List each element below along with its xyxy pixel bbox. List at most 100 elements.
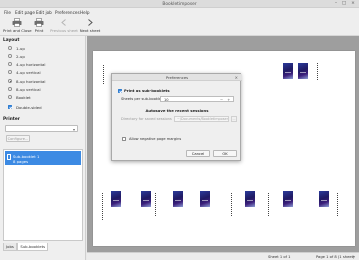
allow-negative-margins-label: Allow negative page margins — [129, 137, 182, 141]
page-cover-thumbnail — [319, 191, 329, 207]
layout-option-label: Booklet — [16, 94, 31, 100]
directory-label: Directory for saved sessions — [121, 117, 172, 121]
browse-directory-button[interactable]: ... — [231, 116, 237, 122]
tab-jobs[interactable]: Jobs — [3, 243, 17, 251]
print-close-label: Print and Close — [3, 28, 32, 33]
close-icon[interactable]: × — [235, 74, 238, 81]
page-cover-thumbnail — [245, 191, 255, 207]
radio-icon[interactable] — [8, 46, 12, 50]
layout-option-label: 2-up — [16, 53, 25, 59]
print-button[interactable]: Print — [34, 16, 44, 36]
double-sided-checkbox[interactable]: Double-sided — [8, 104, 42, 110]
maximize-icon[interactable]: □ — [341, 1, 347, 7]
menu-preferences[interactable]: Preferences — [55, 10, 80, 15]
page-text-column — [337, 193, 338, 217]
previous-sheet-button[interactable]: Previous sheet — [50, 16, 78, 36]
page-text-column — [317, 63, 318, 81]
layout-option-label: 8-up vertical — [16, 86, 41, 92]
configure-button[interactable]: Configure... — [6, 135, 30, 142]
window-title: Bookletimposer — [162, 1, 197, 7]
layout-option-label: 4-up vertical — [16, 69, 41, 75]
radio-selected-icon[interactable] — [8, 79, 12, 83]
sheets-per-subbooklet-spinner[interactable]: 10 − + — [160, 96, 234, 102]
radio-icon[interactable] — [8, 62, 12, 66]
next-sheet-label: Next sheet — [79, 28, 101, 33]
checkbox-checked-icon[interactable] — [8, 105, 12, 109]
layout-option-4-up-horizontal[interactable]: 4-up horizontal — [8, 61, 45, 67]
double-sided-label: Double-sided — [16, 104, 42, 110]
layout-option-label: 4-up horizontal — [16, 61, 46, 67]
menu-edit-job[interactable]: Edit job — [36, 10, 52, 15]
print-as-subbooklets-label: Print as sub-booklets — [124, 88, 170, 93]
radio-icon[interactable] — [8, 95, 12, 99]
stepper-icon[interactable]: − + — [220, 97, 232, 102]
menu-help[interactable]: Help — [80, 10, 90, 15]
left-panel: Layout 1-up 2-up 4-up horizontal 4-up ve… — [0, 36, 86, 260]
minimize-icon[interactable]: – — [333, 1, 339, 7]
page-cover-thumbnail — [283, 191, 293, 207]
panel-tabs: Jobs Sub-booklets — [3, 243, 49, 251]
layout-option-booklet[interactable]: Booklet — [8, 94, 31, 100]
print-as-subbooklets-checkbox[interactable]: Print as sub-booklets — [118, 88, 170, 93]
page-text-column — [103, 65, 104, 85]
layout-option-label: 1-up — [16, 45, 25, 51]
layout-option-2-up[interactable]: 2-up — [8, 53, 25, 59]
layout-option-8-up-vertical[interactable]: 8-up vertical — [8, 86, 41, 92]
printer-title: Printer — [3, 117, 20, 122]
layout-option-4-up-vertical[interactable]: 4-up vertical — [8, 69, 41, 75]
page-cover-thumbnail — [173, 191, 183, 207]
previous-sheet-label: Previous sheet — [50, 28, 78, 33]
page-cover-thumbnail — [283, 63, 293, 79]
directory-field[interactable]: ~/Documents/Bookletimposer/Recent Sessio… — [174, 116, 229, 122]
radio-icon[interactable] — [8, 70, 12, 74]
print-icon — [34, 18, 44, 27]
cancel-button[interactable]: Cancel — [186, 150, 210, 157]
page-text-column — [155, 193, 156, 217]
printer-select[interactable]: ▾ — [5, 125, 78, 132]
toolbar: Print and Close Print Previous sheet Nex… — [0, 16, 359, 36]
autosave-heading: Autosave the recent sessions — [145, 108, 209, 113]
page-text-column — [231, 193, 232, 217]
next-sheet-icon — [88, 19, 93, 26]
layout-option-8-up-horizontal[interactable]: 8-up horizontal — [8, 78, 45, 84]
previous-sheet-icon — [61, 19, 66, 26]
sheets-value: 10 — [164, 97, 169, 102]
next-sheet-button[interactable]: Next sheet — [79, 16, 101, 36]
page-cover-thumbnail — [298, 63, 308, 79]
menu-file[interactable]: File — [4, 10, 11, 15]
allow-negative-margins-checkbox[interactable]: Allow negative page margins — [122, 137, 181, 141]
chevron-down-icon[interactable]: ▾ — [353, 255, 355, 259]
layout-option-label: 8-up horizontal — [16, 78, 46, 84]
menu-edit-page[interactable]: Edit page — [15, 10, 35, 15]
print-close-button[interactable]: Print and Close — [3, 16, 32, 36]
sheet-status: Sheet 1 of 1 — [268, 255, 291, 259]
print-label: Print — [34, 28, 44, 33]
status-bar: Sheet 1 of 1 Page 1 of 8 (1 sheet) ▾ — [87, 252, 359, 260]
preferences-dialog: Preferences × Print as sub-booklets Shee… — [111, 73, 242, 161]
ok-button[interactable]: OK — [213, 150, 237, 157]
page-cover-thumbnail — [200, 191, 210, 207]
sheets-per-subbooklet-label: Sheets per sub-booklet — [121, 97, 163, 101]
menu-bar: File Edit page Edit job Preferences Help — [0, 8, 359, 16]
checkbox-icon[interactable] — [122, 137, 126, 141]
page-text-column — [102, 193, 103, 221]
page-status: Page 1 of 8 (1 sheet) — [316, 255, 355, 259]
print-close-icon — [12, 18, 22, 27]
dialog-title: Preferences — [112, 74, 242, 81]
list-item[interactable]: Sub-booklet 1 8 pages — [5, 151, 81, 165]
job-pages: 8 pages — [13, 158, 29, 164]
radio-icon[interactable] — [8, 54, 12, 58]
document-icon — [7, 154, 11, 160]
page-text-column — [268, 193, 269, 217]
jobs-list[interactable]: Sub-booklet 1 8 pages — [3, 149, 83, 241]
layout-title: Layout — [3, 38, 20, 43]
chevron-down-icon: ▾ — [72, 126, 75, 132]
checkbox-checked-icon[interactable] — [118, 88, 122, 93]
tab-sub-booklets[interactable]: Sub-booklets — [17, 243, 49, 251]
page-cover-thumbnail — [111, 191, 121, 207]
title-bar: Bookletimposer – □ × — [0, 0, 359, 8]
close-icon[interactable]: × — [350, 1, 356, 7]
radio-icon[interactable] — [8, 87, 12, 91]
page-cover-thumbnail — [141, 191, 151, 207]
layout-option-1-up[interactable]: 1-up — [8, 45, 25, 51]
